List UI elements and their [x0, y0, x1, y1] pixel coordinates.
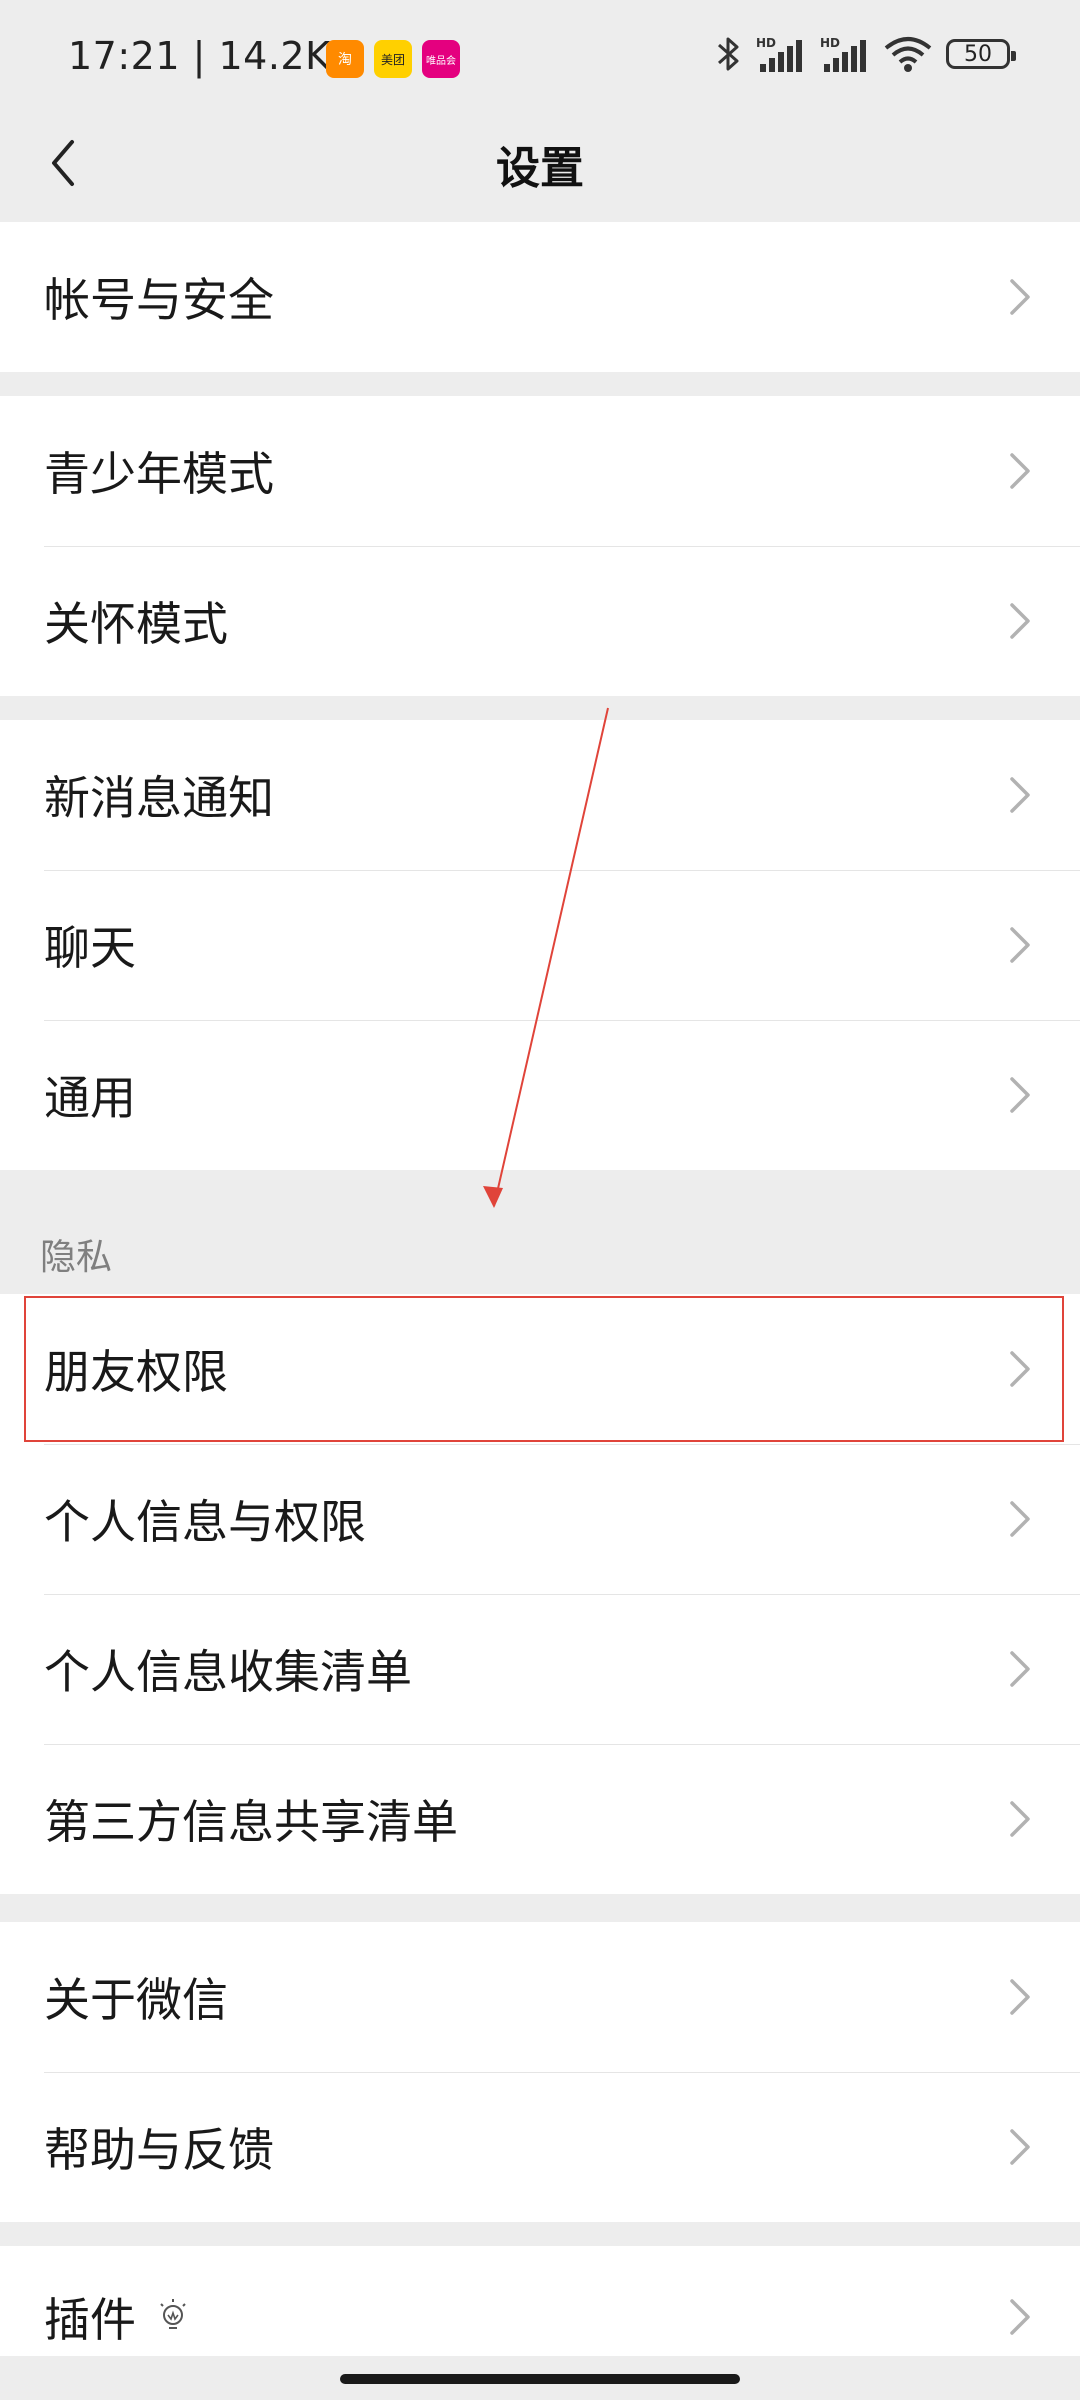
settings-group-about: 关于微信 帮助与反馈 — [0, 1922, 1080, 2222]
settings-item-general[interactable]: 通用 — [0, 1020, 1080, 1170]
settings-group-modes: 青少年模式 关怀模式 — [0, 396, 1080, 696]
settings-item-label: 青少年模式 — [44, 447, 274, 501]
chevron-right-icon — [1010, 2299, 1030, 2335]
settings-item-third-party-sharing[interactable]: 第三方信息共享清单 — [0, 1744, 1080, 1894]
notification-badges: 淘 美团 唯品会 — [326, 40, 460, 78]
settings-group-general: 新消息通知 聊天 通用 — [0, 720, 1080, 1170]
settings-item-label: 插件 — [44, 2284, 190, 2350]
status-bar: 17:21 | 14.2K/s 淘 美团 唯品会 HD HD 50 — [0, 0, 1080, 120]
chevron-right-icon — [1010, 1651, 1030, 1687]
settings-group-plugins: 插件 — [0, 2246, 1080, 2356]
status-time: 17:21 | 14.2K/s — [68, 34, 365, 78]
meituan-badge-icon: 美团 — [374, 40, 412, 78]
signal-hd-2-icon: HD — [820, 36, 866, 72]
vip-badge-icon: 唯品会 — [422, 40, 460, 78]
chevron-right-icon — [1010, 1351, 1030, 1387]
settings-item-care-mode[interactable]: 关怀模式 — [0, 546, 1080, 696]
settings-item-personal-info-list[interactable]: 个人信息收集清单 — [0, 1594, 1080, 1744]
nav-bar: 设置 — [0, 110, 1080, 220]
settings-item-personal-info-permissions[interactable]: 个人信息与权限 — [0, 1444, 1080, 1594]
chevron-right-icon — [1010, 279, 1030, 315]
home-indicator[interactable] — [340, 2374, 740, 2384]
chevron-right-icon — [1010, 603, 1030, 639]
page-title: 设置 — [496, 143, 584, 194]
wifi-icon — [884, 37, 932, 72]
settings-item-label: 帐号与安全 — [44, 273, 274, 327]
settings-item-label: 关怀模式 — [44, 597, 228, 651]
settings-item-label: 关于微信 — [44, 1973, 228, 2027]
chevron-right-icon — [1010, 1077, 1030, 1113]
chevron-right-icon — [1010, 1501, 1030, 1537]
settings-item-label: 个人信息收集清单 — [44, 1645, 412, 1699]
settings-group-privacy: 朋友权限 个人信息与权限 个人信息收集清单 第三方信息共享清单 — [0, 1294, 1080, 1894]
settings-item-label: 聊天 — [44, 921, 136, 975]
settings-item-label: 个人信息与权限 — [44, 1495, 366, 1549]
chevron-right-icon — [1010, 2129, 1030, 2165]
bluetooth-icon — [718, 37, 739, 71]
plugins-label-text: 插件 — [44, 2293, 136, 2347]
signal-hd-icon: HD — [756, 36, 802, 72]
settings-item-friend-permissions[interactable]: 朋友权限 — [0, 1294, 1080, 1444]
settings-item-label: 第三方信息共享清单 — [44, 1795, 458, 1849]
settings-item-label: 帮助与反馈 — [44, 2123, 274, 2177]
battery-indicator: 50 — [946, 39, 1016, 69]
chevron-right-icon — [1010, 927, 1030, 963]
chevron-right-icon — [1010, 453, 1030, 489]
settings-item-notifications[interactable]: 新消息通知 — [0, 720, 1080, 870]
status-icons: HD HD 50 — [716, 34, 1016, 74]
settings-item-help-feedback[interactable]: 帮助与反馈 — [0, 2072, 1080, 2222]
settings-item-label: 新消息通知 — [44, 771, 274, 825]
settings-item-chat[interactable]: 聊天 — [0, 870, 1080, 1020]
lightbulb-icon — [160, 2299, 186, 2329]
chevron-right-icon — [1010, 1801, 1030, 1837]
settings-item-label: 通用 — [44, 1071, 136, 1125]
svg-text:HD: HD — [820, 36, 840, 50]
section-header-privacy: 隐私 — [40, 1237, 113, 1278]
settings-item-plugins[interactable]: 插件 — [0, 2246, 1080, 2356]
settings-group-account: 帐号与安全 — [0, 222, 1080, 372]
settings-item-label: 朋友权限 — [44, 1345, 228, 1399]
settings-item-about-wechat[interactable]: 关于微信 — [0, 1922, 1080, 2072]
svg-text:HD: HD — [756, 36, 776, 50]
chevron-right-icon — [1010, 777, 1030, 813]
chevron-right-icon — [1010, 1979, 1030, 2015]
taobao-badge-icon: 淘 — [326, 40, 364, 78]
settings-item-youth-mode[interactable]: 青少年模式 — [0, 396, 1080, 546]
settings-item-account-security[interactable]: 帐号与安全 — [0, 222, 1080, 372]
